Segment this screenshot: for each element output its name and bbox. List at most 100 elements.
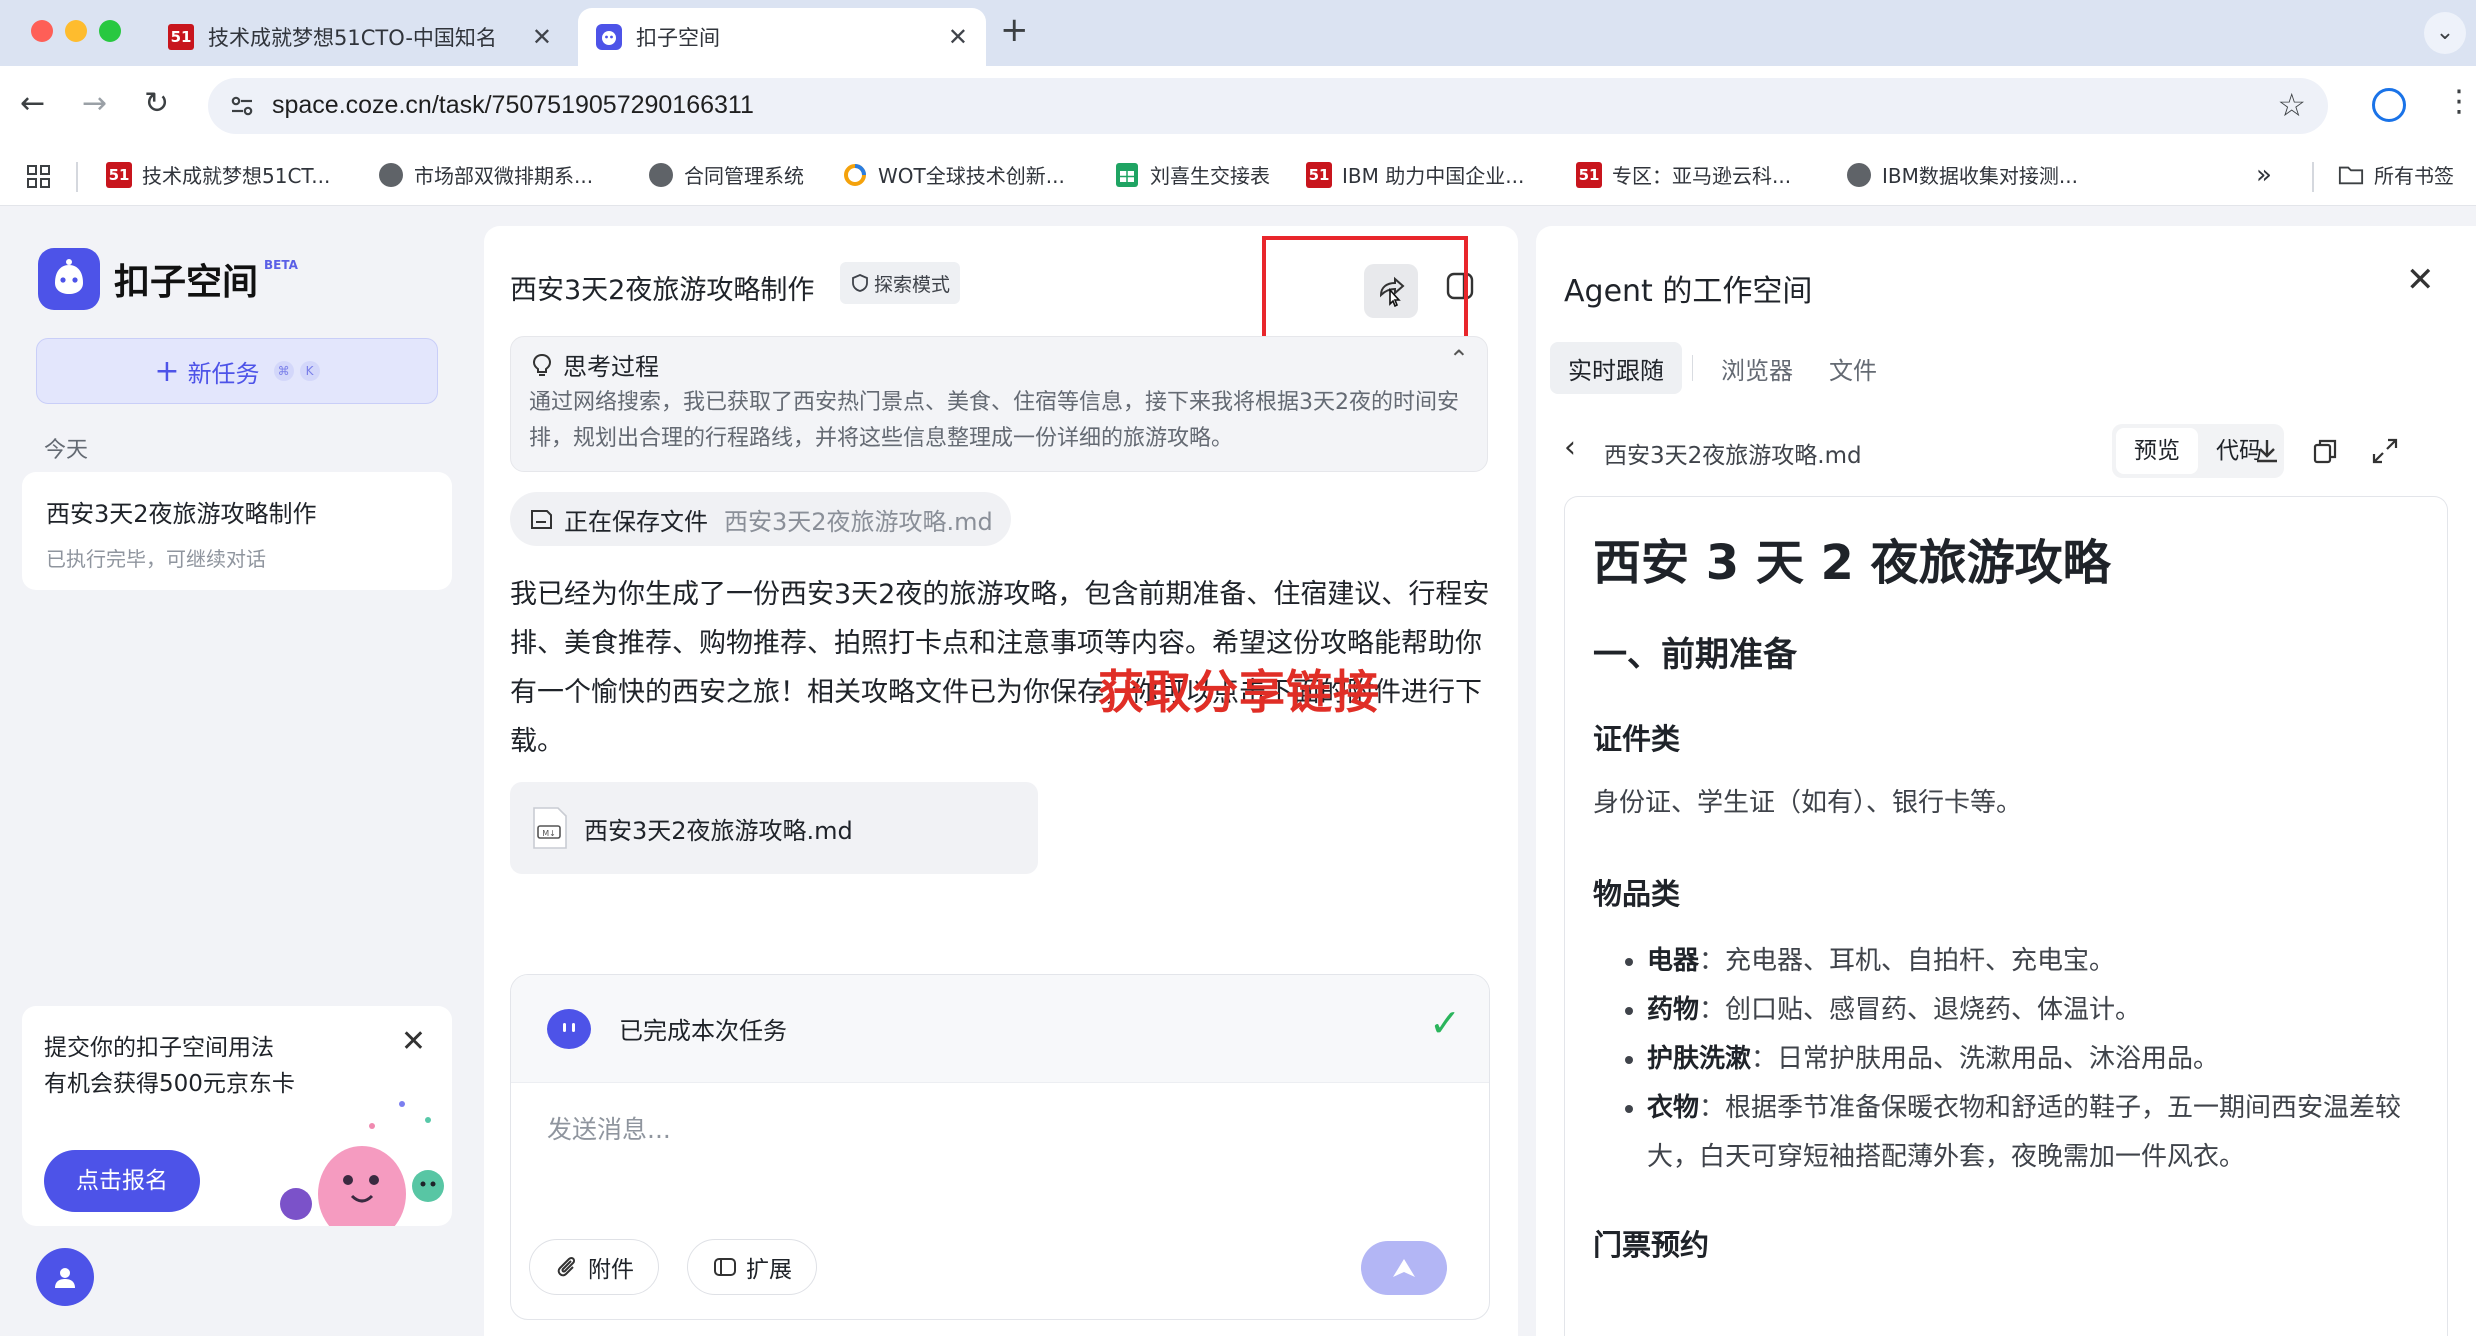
window-maximize-button[interactable]	[99, 20, 121, 42]
new-tab-icon[interactable]: +	[1000, 10, 1029, 50]
more-bookmarks-icon[interactable]: »	[2256, 160, 2272, 190]
bookmark-label: 技术成就梦想51CT...	[142, 164, 331, 188]
browser-tab-51cto[interactable]: 51 技术成就梦想51CTO-中国知名 ✕	[150, 8, 570, 66]
51cto-favicon-icon: 51	[106, 161, 132, 188]
file-attachment[interactable]: M↓ 西安3天2夜旅游攻略.md	[510, 782, 1038, 874]
tab-files[interactable]: 文件	[1811, 342, 1895, 394]
paperclip-icon	[557, 1256, 576, 1277]
attachment-name: 西安3天2夜旅游攻略.md	[584, 816, 853, 845]
bookmark-label: 市场部双微排期系...	[414, 164, 594, 188]
mode-tag-label: 探索模式	[874, 273, 951, 296]
bot-avatar-icon	[547, 1009, 591, 1049]
wot-ring-icon	[842, 162, 868, 188]
all-bookmarks-folder[interactable]: 所有书签	[2338, 160, 2454, 189]
extension-icon	[714, 1258, 736, 1276]
window-minimize-button[interactable]	[65, 20, 87, 42]
site-settings-icon[interactable]	[228, 92, 256, 120]
user-avatar[interactable]	[36, 1248, 94, 1306]
url-text[interactable]: space.coze.cn/task/7507519057290166311	[272, 91, 754, 120]
address-bar[interactable]: space.coze.cn/task/7507519057290166311 ☆	[208, 78, 2328, 134]
folder-icon	[2338, 162, 2364, 188]
browser-tab-strip: 51 技术成就梦想51CTO-中国知名 ✕ 扣子空间 ✕ + ⌄	[0, 0, 2476, 66]
apps-grid-icon[interactable]	[26, 164, 52, 190]
message-input[interactable]	[547, 1115, 1427, 1144]
bookmark-contract-system[interactable]: 合同管理系统	[648, 160, 804, 189]
promo-card: 提交你的扣子空间用法 有机会获得500元京东卡 ✕ 点击报名	[22, 1006, 452, 1226]
new-task-button[interactable]: + 新任务 ⌘ K	[36, 338, 438, 404]
annotation-caption: 获取分享链接	[1098, 665, 1380, 719]
51cto-favicon-icon: 51	[168, 24, 194, 50]
signup-button[interactable]: 点击报名	[44, 1150, 200, 1212]
markdown-file-icon: M↓	[533, 807, 567, 849]
open-file-name: 西安3天2夜旅游攻略.md	[1604, 443, 1862, 469]
collapse-chevron-icon[interactable]: ⌃	[1449, 345, 1469, 373]
bookmark-marketing-schedule[interactable]: 市场部双微排期系...	[378, 160, 593, 189]
chat-panel: 西安3天2夜旅游攻略制作 探索模式 思考过程 ⌃ 通过网络搜索，我已获取了西安热…	[484, 226, 1518, 1336]
new-task-label: 新任务	[187, 359, 260, 388]
bookmark-label: IBM数据收集对接测...	[1882, 164, 2078, 188]
doc-title: 西安 3 天 2 夜旅游攻略	[1593, 535, 2111, 591]
bookmark-label: 所有书签	[2374, 164, 2454, 188]
list-item: 护肤洗漱：日常护肤用品、洗漱用品、沐浴用品。	[1647, 1035, 2419, 1084]
close-tab-icon[interactable]: ✕	[948, 23, 968, 51]
bookmark-ibm-data[interactable]: IBM数据收集对接测...	[1846, 160, 2078, 189]
thinking-header: 思考过程	[529, 347, 659, 382]
bookmarks-divider	[76, 162, 78, 192]
bookmark-label: 刘喜生交接表	[1150, 164, 1270, 188]
globe-icon	[1846, 162, 1872, 188]
profile-avatar-icon[interactable]	[2372, 88, 2406, 122]
task-history-item[interactable]: 西安3天2夜旅游攻略制作 已执行完毕，可继续对话	[22, 472, 452, 590]
checkmark-icon: ✓	[1429, 1001, 1461, 1045]
list-item-label: 护肤洗漱	[1647, 1044, 1752, 1074]
spreadsheet-icon	[1114, 162, 1140, 188]
51cto-favicon-icon: 51	[1576, 161, 1602, 188]
brand[interactable]: 扣子空间 BETA	[38, 248, 298, 310]
bookmark-51cto[interactable]: 51 技术成就梦想51CT...	[106, 160, 330, 189]
doc-subheading: 门票预约	[1593, 1228, 1710, 1262]
send-button[interactable]	[1361, 1241, 1447, 1295]
download-icon[interactable]	[2252, 436, 2282, 466]
back-arrow-icon[interactable]: ←	[20, 86, 45, 121]
thinking-process-block[interactable]: 思考过程 ⌃ 通过网络搜索，我已获取了西安热门景点、美食、住宿等信息，接下来我将…	[510, 336, 1488, 472]
close-workspace-icon[interactable]: ✕	[2406, 260, 2435, 300]
bookmark-star-icon[interactable]: ☆	[2277, 86, 2306, 124]
close-promo-icon[interactable]: ✕	[401, 1024, 426, 1059]
coze-favicon-icon	[596, 24, 622, 50]
doc-paragraph: 身份证、学生证（如有）、银行卡等。	[1593, 788, 2023, 818]
bookmark-label: 专区：亚马逊云科...	[1612, 164, 1792, 188]
tab-live-follow[interactable]: 实时跟随	[1550, 342, 1682, 394]
tab-title: 技术成就梦想51CTO-中国知名	[208, 26, 497, 50]
bookmark-wot[interactable]: WOT全球技术创新...	[842, 160, 1065, 189]
tab-search-chevron-icon[interactable]: ⌄	[2424, 12, 2466, 54]
list-item: 电器：充电器、耳机、自拍杆、充电宝。	[1647, 937, 2419, 986]
task-complete-text: 已完成本次任务	[619, 1017, 787, 1045]
bookmark-ibm[interactable]: 51 IBM 助力中国企业...	[1306, 160, 1524, 189]
extend-button[interactable]: 扩展	[687, 1239, 817, 1295]
list-item: 药物：创口贴、感冒药、退烧药、体温计。	[1647, 986, 2419, 1035]
bookmark-label: WOT全球技术创新...	[878, 164, 1065, 188]
tab-browser[interactable]: 浏览器	[1703, 342, 1811, 394]
expand-icon[interactable]	[2370, 436, 2400, 466]
workspace-title: Agent 的工作空间	[1564, 274, 1813, 309]
bookmark-handover-sheet[interactable]: 刘喜生交接表	[1114, 160, 1270, 189]
preview-toggle[interactable]: 预览	[2116, 428, 2198, 474]
forward-arrow-icon[interactable]: →	[82, 86, 107, 121]
doc-subheading: 证件类	[1593, 722, 1681, 756]
close-tab-icon[interactable]: ✕	[532, 23, 552, 51]
copy-icon[interactable]	[2310, 436, 2340, 466]
list-item-label: 药物	[1647, 995, 1700, 1025]
bookmark-aws-zone[interactable]: 51 专区：亚马逊云科...	[1576, 160, 1791, 189]
back-chevron-icon[interactable]: ‹	[1564, 430, 1576, 465]
browser-tab-coze-space[interactable]: 扣子空间 ✕	[578, 8, 986, 66]
reload-icon[interactable]: ↻	[144, 86, 169, 121]
coze-logo-icon	[38, 248, 100, 310]
attach-button[interactable]: 附件	[529, 1239, 659, 1295]
window-close-button[interactable]	[31, 20, 53, 42]
saving-label: 正在保存文件	[564, 507, 708, 536]
agent-workspace-panel: Agent 的工作空间 ✕ 实时跟随 浏览器 文件 ‹ 西安3天2夜旅游攻略.m…	[1536, 226, 2476, 1336]
tab-title: 扣子空间	[636, 26, 720, 50]
bookmark-label: 合同管理系统	[684, 164, 804, 188]
thinking-title: 思考过程	[563, 353, 659, 381]
browser-menu-icon[interactable]: ⋮	[2444, 84, 2474, 119]
task-status-row: 已完成本次任务 ✓	[511, 975, 1489, 1083]
